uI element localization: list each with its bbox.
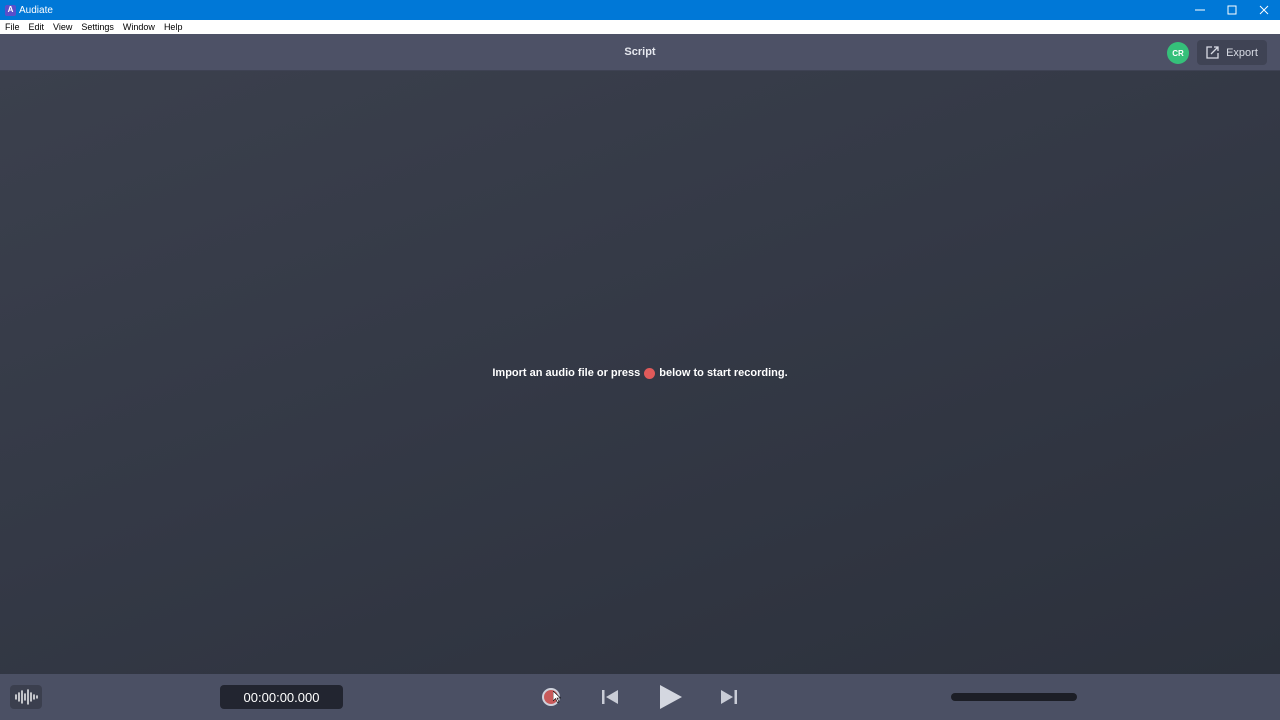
menu-view[interactable]: View xyxy=(49,22,76,32)
export-label: Export xyxy=(1226,46,1258,59)
audio-level-meter xyxy=(951,693,1077,701)
header-bar: Script CR Export xyxy=(0,34,1280,71)
timecode-display: 00:00:00.000 xyxy=(220,685,343,709)
waveform-toggle-button[interactable] xyxy=(10,685,42,709)
minimize-icon xyxy=(1195,9,1205,11)
skip-forward-button[interactable] xyxy=(719,684,739,710)
close-button[interactable] xyxy=(1248,0,1280,20)
user-avatar[interactable]: CR xyxy=(1167,42,1189,64)
menu-file[interactable]: File xyxy=(1,22,24,32)
record-dot-icon xyxy=(644,367,656,379)
menu-edit[interactable]: Edit xyxy=(25,22,49,32)
skip-back-icon xyxy=(602,690,618,704)
page-title: Script xyxy=(624,46,656,58)
player-bar: 00:00:00.000 xyxy=(0,674,1280,720)
play-button[interactable] xyxy=(656,684,684,710)
export-button[interactable]: Export xyxy=(1197,40,1267,65)
mouse-cursor-icon xyxy=(553,691,561,703)
menu-help[interactable]: Help xyxy=(160,22,187,32)
empty-message-text-before: Import an audio file or press xyxy=(492,367,641,379)
play-icon xyxy=(660,685,682,709)
maximize-button[interactable] xyxy=(1216,0,1248,20)
window-title: Audiate xyxy=(19,4,53,16)
menu-window[interactable]: Window xyxy=(119,22,159,32)
waveform-icon xyxy=(15,689,38,705)
minimize-button[interactable] xyxy=(1184,0,1216,20)
skip-forward-icon xyxy=(721,690,737,704)
window-titlebar: A Audiate xyxy=(0,0,1280,20)
skip-back-button[interactable] xyxy=(600,684,620,710)
empty-message-text-after: below to start recording. xyxy=(659,367,788,379)
menu-bar: File Edit View Settings Window Help xyxy=(0,20,1280,35)
script-canvas[interactable]: Import an audio file or press below to s… xyxy=(0,71,1280,674)
empty-state-message: Import an audio file or press below to s… xyxy=(0,363,1280,383)
export-icon xyxy=(1206,46,1219,59)
close-icon xyxy=(1259,5,1269,15)
app-logo-icon: A xyxy=(5,4,16,16)
menu-settings[interactable]: Settings xyxy=(77,22,118,32)
window-controls xyxy=(1184,0,1280,20)
maximize-icon xyxy=(1227,5,1237,15)
